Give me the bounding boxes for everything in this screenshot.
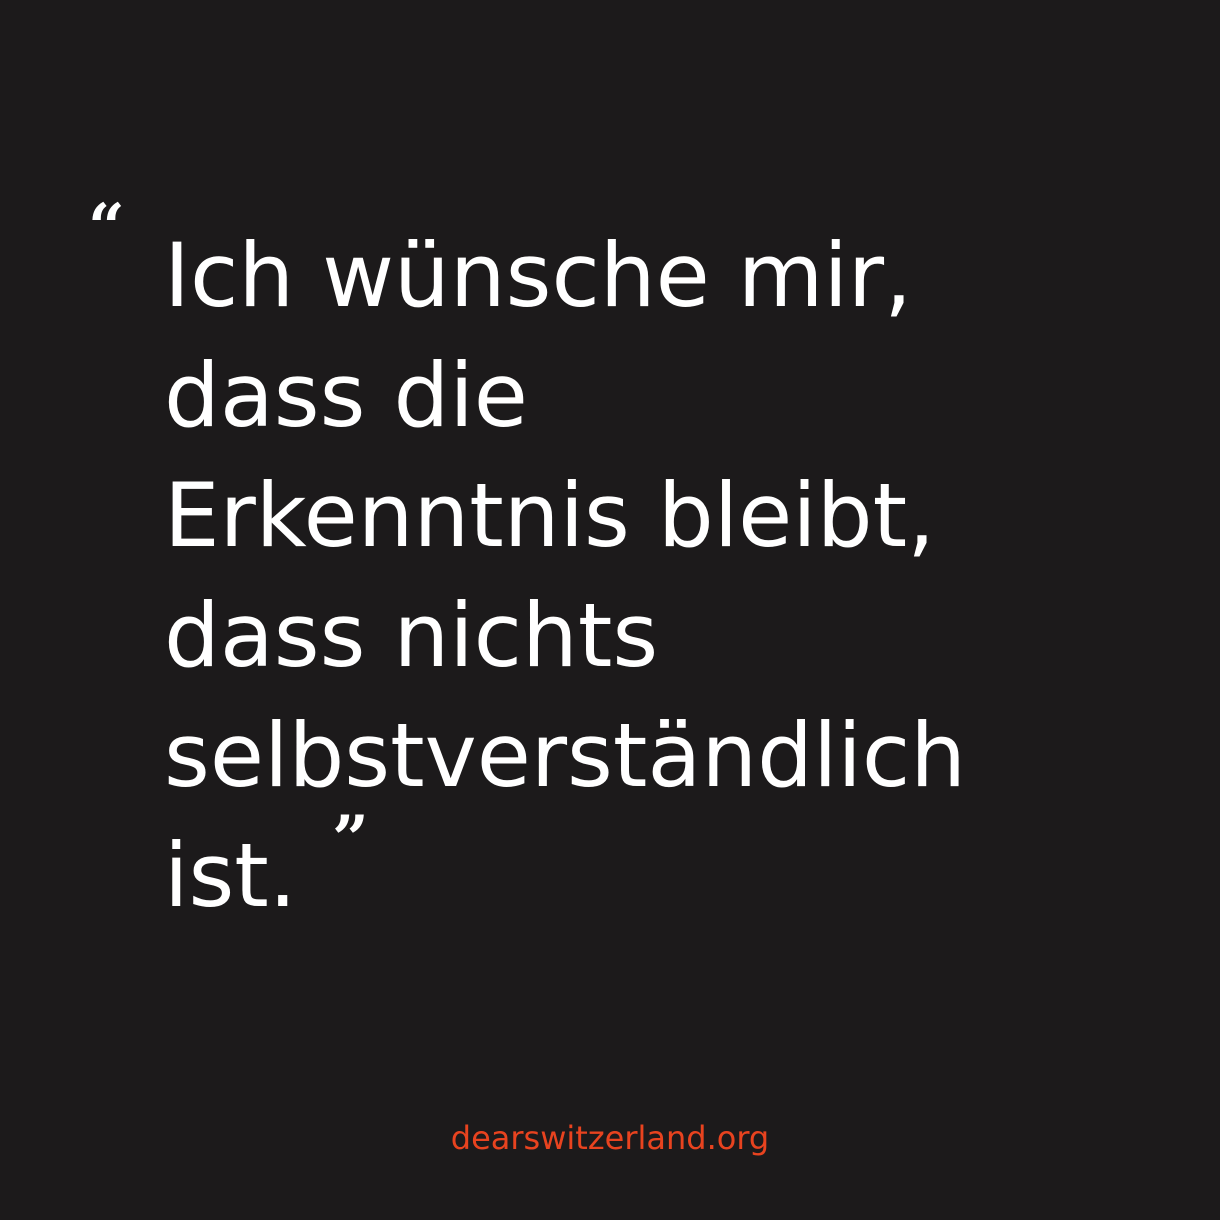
quote-card: “ Ich wünsche mir, dass die Erkenntnis b… bbox=[0, 0, 1220, 1220]
open-quote-icon: “ bbox=[88, 190, 125, 265]
website-link[interactable]: dearswitzerland.org bbox=[0, 1118, 1220, 1158]
close-quote-icon: ” bbox=[332, 802, 369, 877]
quote-line: selbstverständlich bbox=[164, 704, 967, 807]
quote-line: Erkenntnis bleibt, bbox=[164, 464, 936, 567]
quote-line: Ich wünsche mir, bbox=[164, 224, 913, 327]
quote-line: dass die bbox=[164, 344, 528, 447]
quote-line: ist. bbox=[164, 824, 297, 927]
quote-text: Ich wünsche mir, dass die Erkenntnis ble… bbox=[164, 216, 966, 936]
quote-line: dass nichts bbox=[164, 584, 659, 687]
